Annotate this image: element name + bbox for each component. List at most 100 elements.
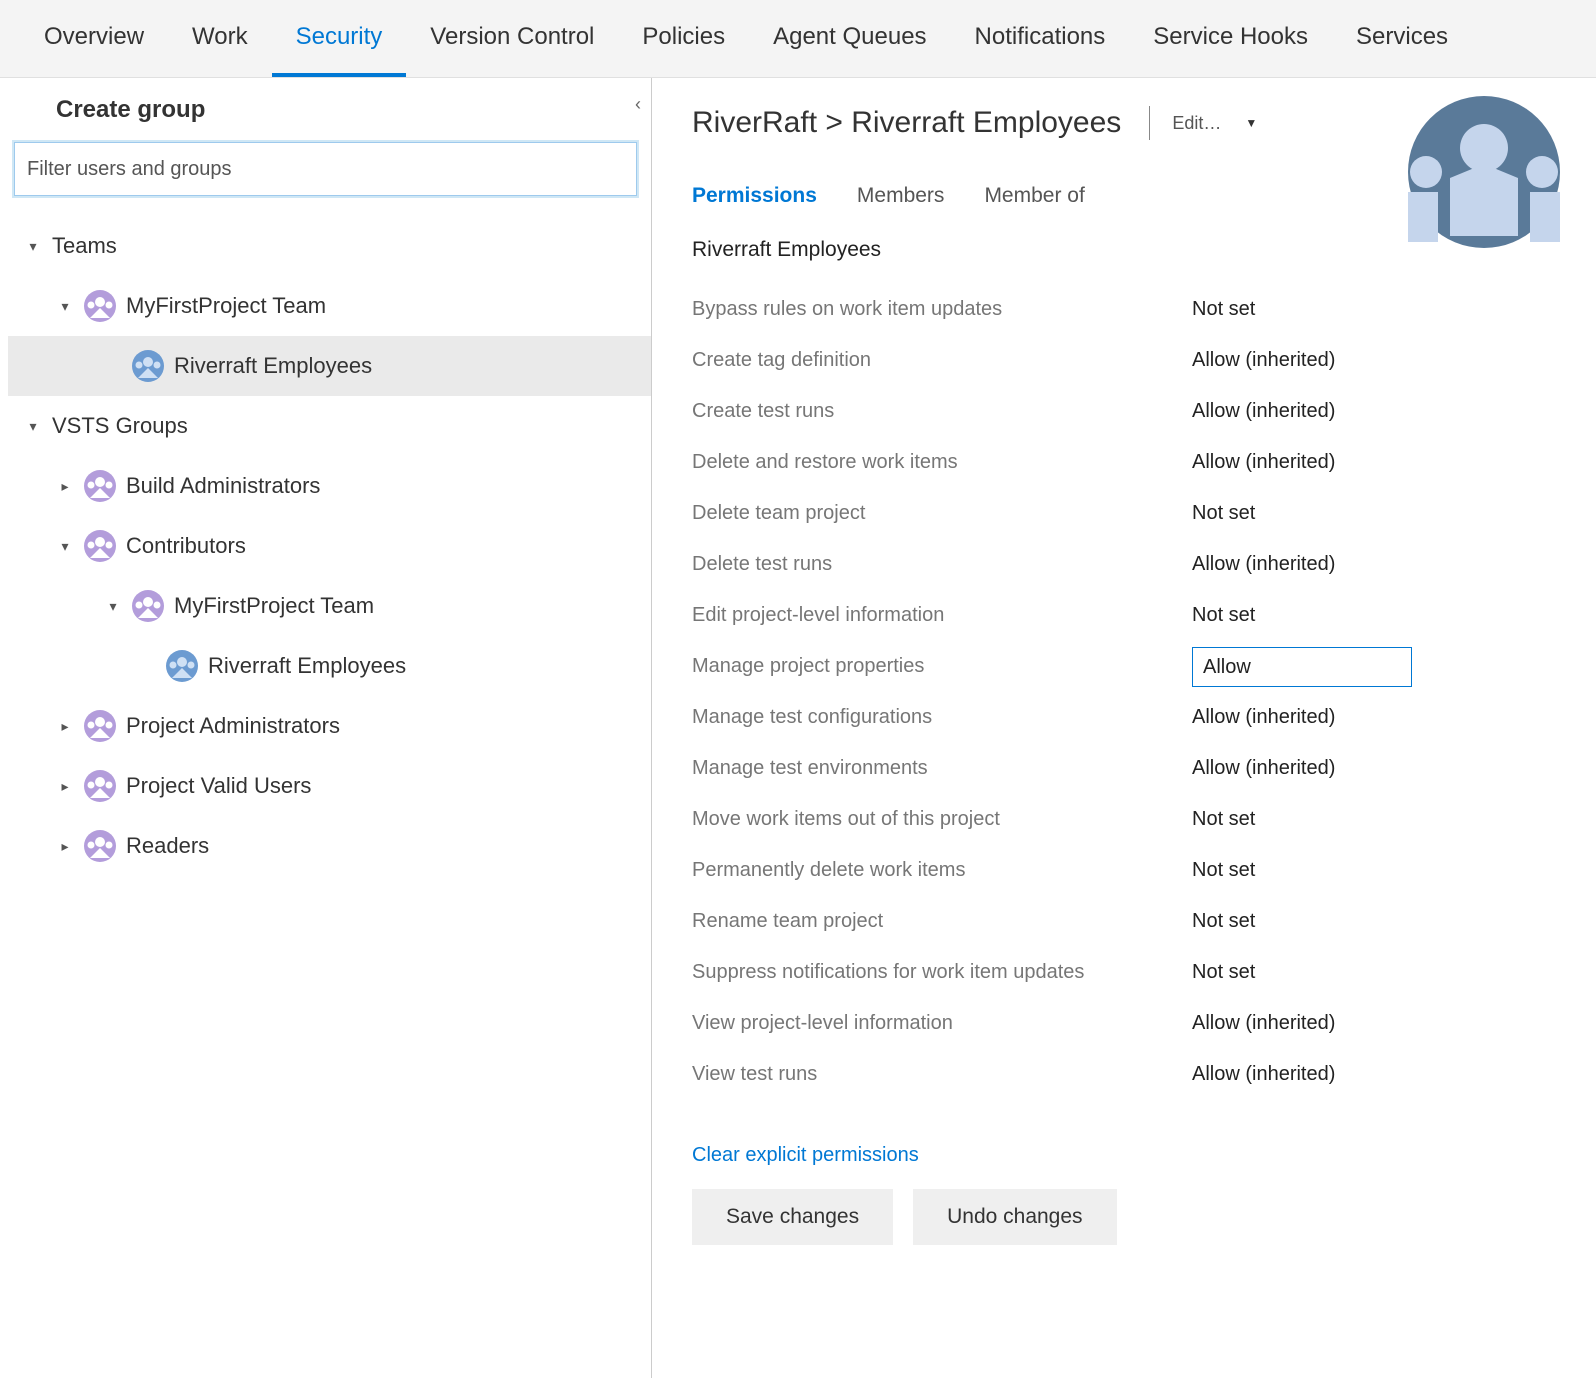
tab-services[interactable]: Services: [1332, 0, 1472, 77]
permission-value[interactable]: Not set: [1192, 808, 1255, 831]
tree-label: VSTS Groups: [52, 413, 188, 439]
tab-notifications[interactable]: Notifications: [951, 0, 1130, 77]
tree-label: Riverraft Employees: [174, 353, 372, 379]
tree-node-riverraft-employees[interactable]: ▾ Riverraft Employees: [8, 336, 651, 396]
tab-agent-queues[interactable]: Agent Queues: [749, 0, 950, 77]
top-tabs: Overview Work Security Version Control P…: [0, 0, 1596, 78]
tree-label: Project Administrators: [126, 713, 340, 739]
permission-row: Move work items out of this projectNot s…: [692, 794, 1560, 845]
permission-value[interactable]: Not set: [1192, 502, 1255, 525]
tree-label: Contributors: [126, 533, 246, 559]
subtab-members[interactable]: Members: [857, 184, 945, 208]
chevron-down-icon: ▼: [1245, 116, 1257, 130]
permission-row: Rename team projectNot set: [692, 896, 1560, 947]
permission-value[interactable]: Not set: [1192, 910, 1255, 933]
chevron-down-icon: ▾: [104, 598, 122, 615]
group-icon: [84, 530, 116, 562]
tree-node-project-administrators[interactable]: ▸ Project Administrators: [8, 696, 651, 756]
permission-label: Bypass rules on work item updates: [692, 298, 1192, 321]
permission-label: View test runs: [692, 1063, 1192, 1086]
filter-users-groups-input[interactable]: [14, 142, 637, 196]
tree-node-build-administrators[interactable]: ▸ Build Administrators: [8, 456, 651, 516]
permission-value[interactable]: Not set: [1192, 298, 1255, 321]
group-icon: [84, 290, 116, 322]
tree-node-readers[interactable]: ▸ Readers: [8, 816, 651, 876]
tab-security[interactable]: Security: [272, 0, 407, 77]
group-icon: [84, 830, 116, 862]
permission-label: Suppress notifications for work item upd…: [692, 961, 1192, 984]
permission-value[interactable]: Allow (inherited): [1192, 706, 1335, 729]
tree-label: Teams: [52, 233, 117, 259]
permission-value-select[interactable]: Allow: [1192, 647, 1412, 687]
left-panel: ‹ Create group ▾ Teams ▾ MyFirstProject …: [0, 78, 652, 1378]
permission-label: Rename team project: [692, 910, 1192, 933]
permission-row: Suppress notifications for work item upd…: [692, 947, 1560, 998]
tree-label: Readers: [126, 833, 209, 859]
chevron-right-icon: ▸: [56, 778, 74, 795]
permission-value[interactable]: Allow (inherited): [1192, 757, 1335, 780]
tree-label: Project Valid Users: [126, 773, 311, 799]
permission-label: Delete team project: [692, 502, 1192, 525]
group-icon: [166, 650, 198, 682]
permission-label: Move work items out of this project: [692, 808, 1192, 831]
clear-explicit-permissions-link[interactable]: Clear explicit permissions: [692, 1144, 919, 1167]
permission-row: Manage test configurationsAllow (inherit…: [692, 692, 1560, 743]
permission-label: Permanently delete work items: [692, 859, 1192, 882]
permission-row: View project-level informationAllow (inh…: [692, 998, 1560, 1049]
permission-value[interactable]: Allow (inherited): [1192, 553, 1335, 576]
permission-label: Manage project properties: [692, 655, 1192, 678]
tree-node-myfirstproject-team[interactable]: ▾ MyFirstProject Team: [8, 276, 651, 336]
permission-row: Delete team projectNot set: [692, 488, 1560, 539]
tree-node-vsts-groups[interactable]: ▾ VSTS Groups: [8, 396, 651, 456]
chevron-down-icon: ▾: [56, 298, 74, 315]
tree-node-contributors[interactable]: ▾ Contributors: [8, 516, 651, 576]
chevron-right-icon: ▸: [56, 478, 74, 495]
permission-row: Bypass rules on work item updatesNot set: [692, 284, 1560, 335]
permission-row: Manage project propertiesAllow: [692, 641, 1560, 692]
permission-label: Manage test configurations: [692, 706, 1192, 729]
right-panel: RiverRaft > Riverraft Employees Edit… ▼ …: [652, 78, 1596, 1378]
tree-node-project-valid-users[interactable]: ▸ Project Valid Users: [8, 756, 651, 816]
groups-tree: ▾ Teams ▾ MyFirstProject Team ▾ Riverraf…: [0, 216, 651, 876]
subtab-member-of[interactable]: Member of: [984, 184, 1084, 208]
tree-node-contributors-myfirstproject[interactable]: ▾ MyFirstProject Team: [8, 576, 651, 636]
chevron-down-icon: ▾: [56, 538, 74, 555]
group-icon: [84, 710, 116, 742]
undo-changes-button[interactable]: Undo changes: [913, 1189, 1116, 1245]
chevron-down-icon: ▾: [24, 238, 42, 255]
create-group-header[interactable]: Create group: [0, 78, 651, 142]
permission-value[interactable]: Allow (inherited): [1192, 349, 1335, 372]
save-changes-button[interactable]: Save changes: [692, 1189, 893, 1245]
permission-row: Permanently delete work itemsNot set: [692, 845, 1560, 896]
group-icon: [84, 770, 116, 802]
permission-value[interactable]: Allow (inherited): [1192, 1012, 1335, 1035]
chevron-right-icon: ▸: [56, 838, 74, 855]
permission-row: Delete and restore work itemsAllow (inhe…: [692, 437, 1560, 488]
edit-dropdown[interactable]: Edit… ▼: [1149, 106, 1257, 140]
tab-work[interactable]: Work: [168, 0, 272, 77]
group-icon: [84, 470, 116, 502]
chevron-right-icon: ▸: [56, 718, 74, 735]
permission-value[interactable]: Not set: [1192, 961, 1255, 984]
tree-node-contributors-riverraft[interactable]: ▾ Riverraft Employees: [8, 636, 651, 696]
collapse-panel-icon[interactable]: ‹: [631, 90, 645, 119]
tab-service-hooks[interactable]: Service Hooks: [1129, 0, 1332, 77]
permission-row: Manage test environmentsAllow (inherited…: [692, 743, 1560, 794]
permission-label: Manage test environments: [692, 757, 1192, 780]
tab-overview[interactable]: Overview: [20, 0, 168, 77]
permission-value[interactable]: Allow (inherited): [1192, 451, 1335, 474]
permission-value[interactable]: Not set: [1192, 604, 1255, 627]
permission-value[interactable]: Not set: [1192, 859, 1255, 882]
tree-label: MyFirstProject Team: [174, 593, 374, 619]
tab-version-control[interactable]: Version Control: [406, 0, 618, 77]
permission-label: View project-level information: [692, 1012, 1192, 1035]
chevron-down-icon: ▾: [24, 418, 42, 435]
permission-value[interactable]: Allow (inherited): [1192, 400, 1335, 423]
permission-label: Delete test runs: [692, 553, 1192, 576]
permission-value[interactable]: Allow (inherited): [1192, 1063, 1335, 1086]
tab-policies[interactable]: Policies: [618, 0, 749, 77]
subtab-permissions[interactable]: Permissions: [692, 184, 817, 208]
tree-label: MyFirstProject Team: [126, 293, 326, 319]
edit-dropdown-label: Edit…: [1172, 113, 1221, 134]
tree-node-teams[interactable]: ▾ Teams: [8, 216, 651, 276]
